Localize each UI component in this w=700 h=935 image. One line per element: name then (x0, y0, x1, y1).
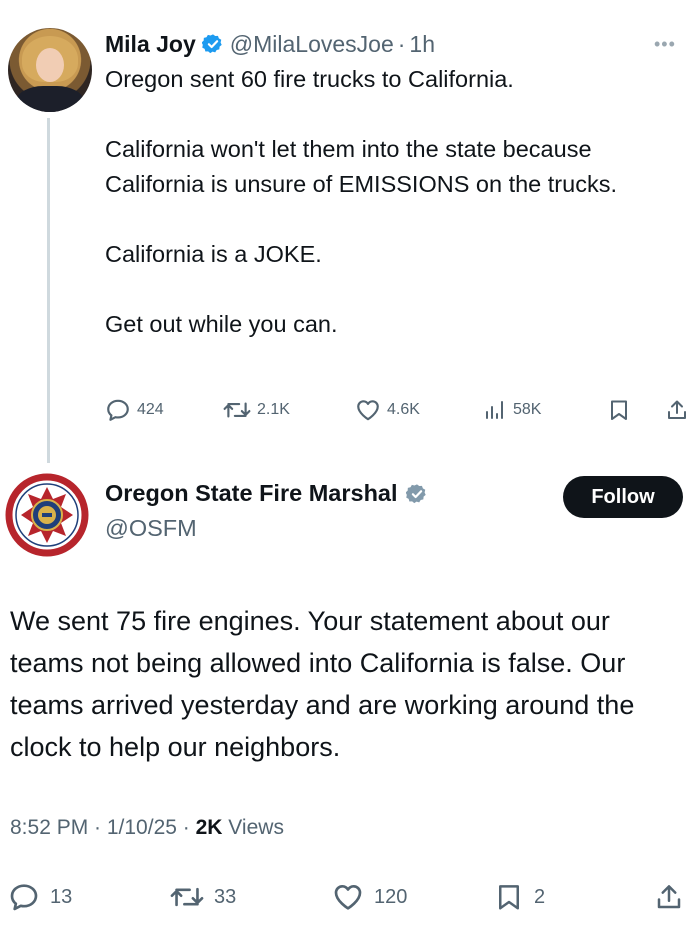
like-count: 120 (374, 885, 408, 908)
author-handle[interactable]: @MilaLovesJoe (230, 31, 394, 58)
author-avatar[interactable] (8, 28, 92, 112)
tweet1-header: Mila Joy @MilaLovesJoe · 1h (105, 27, 435, 61)
share-icon (657, 885, 681, 909)
follow-button[interactable]: Follow (563, 476, 683, 518)
repost-count: 2.1K (257, 401, 290, 418)
like-button[interactable]: 120 (332, 877, 407, 917)
views-count: 2K (195, 816, 223, 839)
views-button[interactable]: 58K (483, 394, 541, 426)
tweet-text-line: Get out while you can. (105, 311, 338, 337)
more-icon[interactable]: ••• (654, 34, 676, 55)
like-icon (334, 885, 362, 910)
tweet2-action-bar: 13 33 120 2 (0, 877, 700, 917)
verified-badge-icon (201, 34, 222, 54)
reply-icon (107, 399, 129, 421)
tweet2-header: Oregon State Fire Marshal (105, 480, 434, 507)
tweet-text-line: California is a JOKE. (105, 241, 322, 267)
repost-button[interactable]: 33 (170, 877, 236, 917)
verified-badge-icon (405, 483, 426, 503)
reply-button[interactable]: 13 (8, 877, 72, 917)
author-name[interactable]: Mila Joy (105, 31, 196, 58)
meta-separator: · (397, 30, 406, 57)
tweet-text-line: California won't let them into the state… (105, 136, 617, 197)
tweet-text-line: Oregon sent 60 fire trucks to California… (105, 66, 514, 92)
osfm-seal-avatar[interactable] (5, 473, 89, 557)
tweet1-action-bar: 424 2.1K 4.6K 58K (105, 394, 695, 426)
share-icon (668, 400, 686, 419)
bookmark-count: 2 (534, 885, 546, 908)
views-label: Views (222, 816, 284, 839)
tweet1-text: Oregon sent 60 fire trucks to California… (105, 62, 695, 342)
tweet-timestamp[interactable]: 8:52 PM · 1/10/25 · (10, 816, 196, 839)
reply-button[interactable]: 424 (105, 394, 164, 426)
repost-icon (170, 887, 204, 907)
reply-count: 424 (137, 401, 164, 418)
reply-icon (10, 884, 38, 911)
tweet-timestamp-views: 8:52 PM · 1/10/25 · 2K Views (10, 816, 284, 840)
views-count: 58K (513, 401, 542, 418)
bookmark-button[interactable] (607, 394, 637, 426)
like-count: 4.6K (387, 401, 420, 418)
views-icon (486, 401, 503, 419)
tweet-time[interactable]: 1h (409, 31, 435, 58)
thread-connector-line (47, 118, 50, 463)
repost-button[interactable]: 2.1K (223, 394, 290, 426)
bookmark-icon (611, 400, 627, 420)
bookmark-icon (499, 885, 519, 910)
like-button[interactable]: 4.6K (355, 394, 420, 426)
repost-icon (223, 402, 251, 418)
share-button[interactable] (665, 394, 695, 426)
author-handle[interactable]: @OSFM (105, 515, 197, 542)
tweet2-text: We sent 75 fire engines. Your statement … (10, 606, 635, 762)
share-button[interactable] (654, 877, 694, 917)
reply-count: 13 (50, 885, 73, 908)
like-icon (357, 400, 379, 421)
bookmark-button[interactable]: 2 (494, 877, 545, 917)
repost-count: 33 (214, 885, 237, 908)
author-name[interactable]: Oregon State Fire Marshal (105, 480, 398, 507)
